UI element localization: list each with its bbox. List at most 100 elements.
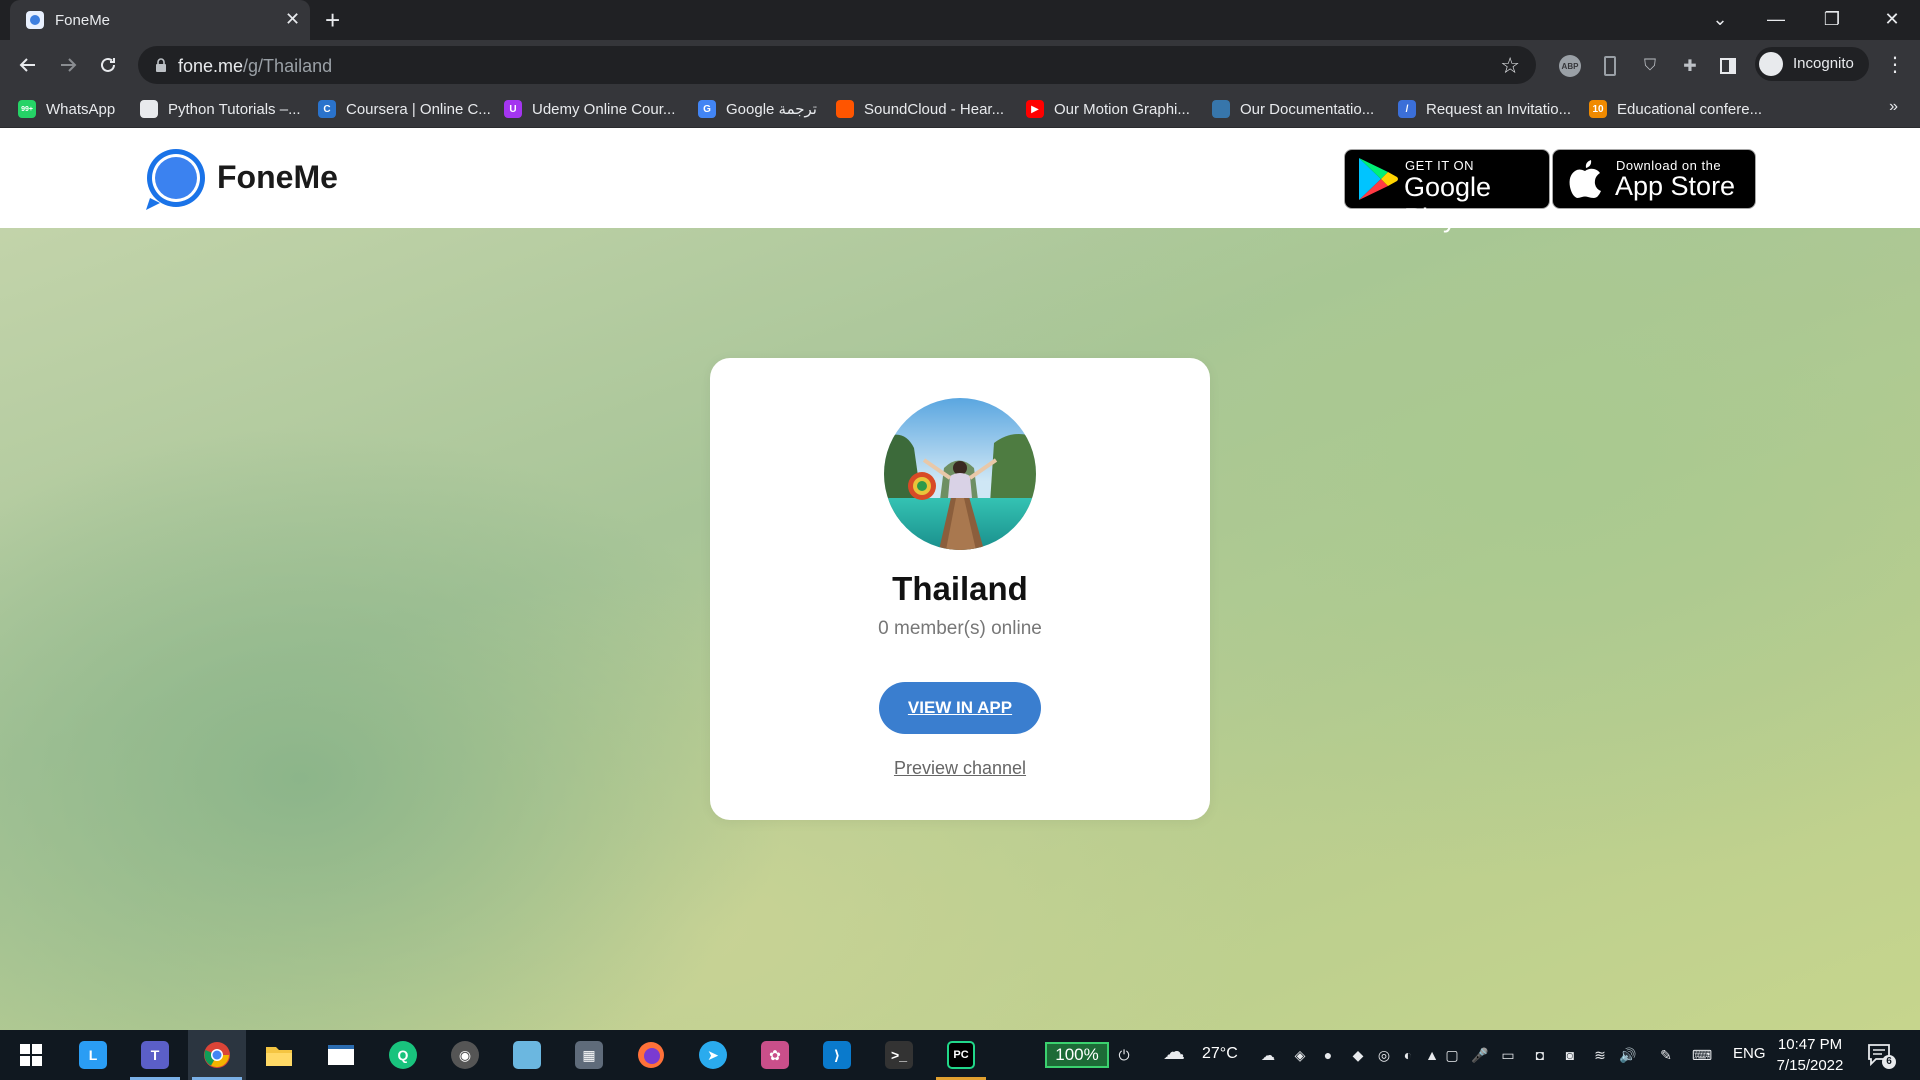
battery-percentage[interactable]: 100% <box>1045 1042 1109 1068</box>
bookmark-item[interactable]: / Request an Invitatio... <box>1398 98 1571 120</box>
foneme-logo-icon[interactable] <box>142 148 208 212</box>
browser-menu-icon[interactable]: ⋮ <box>1885 52 1905 77</box>
bookmark-star-icon[interactable]: ☆ <box>1500 53 1520 79</box>
brand-name[interactable]: FoneMe <box>217 159 338 196</box>
taskbar-app-button[interactable] <box>622 1030 680 1080</box>
lock-icon <box>156 58 166 72</box>
camera-icon[interactable]: ▢ <box>1442 1045 1462 1065</box>
vscode-icon: ⟩ <box>823 1041 851 1069</box>
taskbar-app-button[interactable]: ➤ <box>684 1030 742 1080</box>
bookmark-item[interactable]: 99+ WhatsApp <box>18 98 115 120</box>
bookmarks-overflow-icon[interactable]: » <box>1889 98 1898 116</box>
battery-icon[interactable]: ▭ <box>1498 1045 1518 1065</box>
taskbar-app-button[interactable]: L <box>64 1030 122 1080</box>
soundcloud-icon <box>836 100 854 118</box>
taskbar-app-button[interactable]: PC <box>932 1030 990 1080</box>
bookmark-label: Our Motion Graphi... <box>1054 100 1190 118</box>
taskbar-app-button[interactable] <box>188 1030 246 1080</box>
reload-icon <box>101 57 115 72</box>
tray-app-icon[interactable]: ● <box>1318 1045 1338 1065</box>
docker-icon[interactable]: ◆ <box>1348 1045 1368 1065</box>
app-store-button[interactable]: Download on the App Store <box>1552 149 1756 209</box>
bookmark-item[interactable]: Our Documentatio... <box>1212 98 1374 120</box>
chrome-tray-icon[interactable]: ◎ <box>1374 1045 1394 1065</box>
forward-arrow-icon <box>61 58 77 72</box>
taskbar-app-button[interactable]: Q <box>374 1030 432 1080</box>
taskbar-app-button[interactable] <box>498 1030 556 1080</box>
tab-close-icon[interactable]: ✕ <box>285 9 300 29</box>
paint-icon: ✿ <box>761 1041 789 1069</box>
speaker-icon[interactable]: 🔊 <box>1618 1045 1638 1065</box>
pen-icon[interactable]: ✎ <box>1656 1045 1676 1065</box>
nvidia-icon[interactable]: ◈ <box>1290 1045 1310 1065</box>
bookmark-label: Educational confere... <box>1617 100 1763 118</box>
incognito-indicator[interactable]: Incognito <box>1755 47 1869 81</box>
back-button[interactable] <box>14 51 42 79</box>
wifi-icon[interactable]: ≋ <box>1590 1045 1610 1065</box>
temperature[interactable]: 27°C <box>1202 1045 1238 1063</box>
new-tab-button[interactable]: + <box>325 6 340 34</box>
whatsapp-icon: 99+ <box>18 100 36 118</box>
taskbar-app-button[interactable]: ◉ <box>436 1030 494 1080</box>
forward-button[interactable] <box>54 51 82 79</box>
bookmark-item[interactable]: G Google ترجمة <box>698 98 817 120</box>
google-play-button[interactable]: GET IT ON Google Play <box>1344 149 1550 233</box>
python-logo-icon <box>1212 100 1230 118</box>
apple-logo-icon <box>1569 160 1601 198</box>
bookmark-item[interactable]: ▶ Our Motion Graphi... <box>1026 98 1190 120</box>
channel-title: Thailand <box>892 570 1028 607</box>
taskbar-app-button[interactable]: ⟩ <box>808 1030 866 1080</box>
notes-icon <box>513 1041 541 1069</box>
security-icon[interactable]: ▲ <box>1422 1045 1442 1065</box>
weather-cloud-icon[interactable]: ☁ <box>1163 1039 1185 1064</box>
minimize-button[interactable]: — <box>1756 6 1796 32</box>
bookmark-label: Our Documentatio... <box>1240 100 1375 118</box>
address-bar[interactable]: fone.me/g/Thailand ☆ <box>138 46 1536 84</box>
keyboard-icon[interactable]: ⌨ <box>1692 1045 1712 1065</box>
firefox-icon <box>637 1041 665 1069</box>
clock[interactable]: 10:47 PM 7/15/2022 <box>1770 1034 1850 1076</box>
acrobat-icon[interactable]: ◐ <box>1398 1045 1418 1065</box>
restore-button[interactable]: ❐ <box>1812 6 1852 32</box>
conference-icon: 10 <box>1589 100 1607 118</box>
browser-tab[interactable]: FoneMe ✕ <box>10 0 310 40</box>
bookmark-item[interactable]: SoundCloud - Hear... <box>836 98 1004 120</box>
extensions-puzzle-icon[interactable]: ✚ <box>1678 54 1702 78</box>
bookmark-item[interactable]: C Coursera | Online C... <box>318 98 491 120</box>
bookmark-label: Udemy Online Cour... <box>532 100 676 118</box>
device-extension-icon[interactable] <box>1598 54 1622 78</box>
window-icon <box>327 1041 355 1069</box>
taskbar-app-button[interactable] <box>250 1030 308 1080</box>
side-panel-icon[interactable] <box>1716 54 1740 78</box>
shield-extension-icon[interactable]: ⛉ <box>1638 54 1662 78</box>
bookmark-item[interactable]: U Udemy Online Cour... <box>504 98 675 120</box>
view-in-app-button[interactable]: VIEW IN APP <box>879 682 1041 734</box>
taskbar-app-button[interactable]: >_ <box>870 1030 928 1080</box>
bookmark-item[interactable]: 10 Educational confere... <box>1589 98 1762 120</box>
taskbar-app-button[interactable]: ✿ <box>746 1030 804 1080</box>
tab-search-icon[interactable]: ⌄ <box>1700 6 1740 32</box>
language-indicator[interactable]: ENG <box>1733 1045 1766 1062</box>
bookmark-item[interactable]: Python Tutorials –... <box>140 98 301 120</box>
taskbar-app-button[interactable]: ▦ <box>560 1030 618 1080</box>
app-store-big-text: App Store <box>1615 171 1736 201</box>
taskbar-app-button[interactable] <box>312 1030 370 1080</box>
tray-app-icon[interactable]: ☁ <box>1258 1045 1278 1065</box>
power-plug-icon: ⏻ <box>1118 1046 1130 1063</box>
udemy-icon: U <box>504 100 522 118</box>
taskbar-app-button[interactable]: T <box>126 1030 184 1080</box>
shield-tray-icon[interactable]: ◘ <box>1530 1045 1550 1065</box>
clock-date: 7/15/2022 <box>1776 1057 1844 1074</box>
preview-channel-link[interactable]: Preview channel <box>710 758 1210 779</box>
close-window-button[interactable]: ✕ <box>1872 6 1912 32</box>
microphone-icon[interactable]: 🎤 <box>1470 1045 1490 1065</box>
adblock-extension-icon[interactable]: ABP <box>1558 54 1582 78</box>
taskbar-app-button[interactable] <box>2 1030 60 1080</box>
reload-button[interactable] <box>94 51 122 79</box>
teams-tray-icon[interactable]: ◙ <box>1560 1045 1580 1065</box>
bookmark-label: Coursera | Online C... <box>346 100 491 118</box>
browser-toolbar: fone.me/g/Thailand ☆ ABP ⛉ ✚ Incognito ⋮ <box>0 40 1920 90</box>
notification-center-button[interactable]: 6 <box>1866 1041 1896 1069</box>
url-path: /g/Thailand <box>243 56 333 76</box>
channel-avatar <box>884 398 1036 550</box>
